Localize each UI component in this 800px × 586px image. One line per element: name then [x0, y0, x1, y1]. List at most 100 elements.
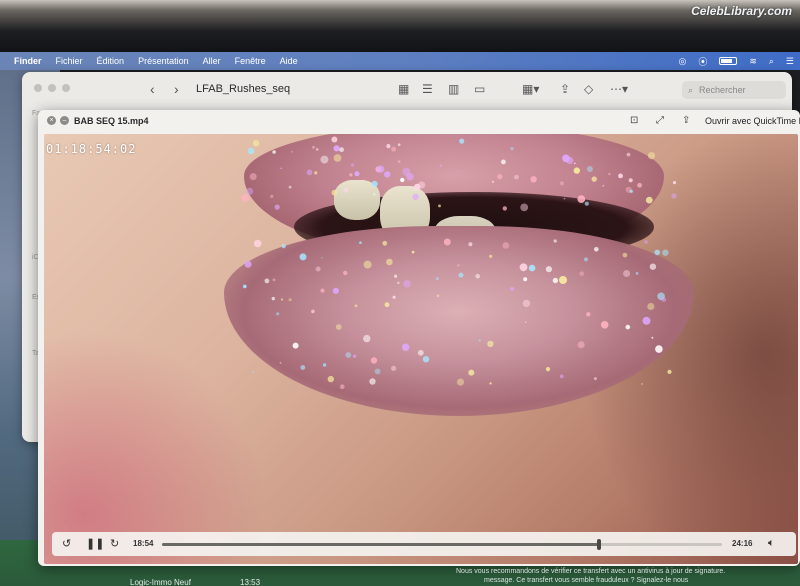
battery-icon[interactable] [719, 57, 738, 65]
tag-icon[interactable]: ◇ [584, 82, 593, 96]
glitter-dot [354, 171, 360, 177]
playback-controls: ↺ ❚❚ ↻ 18:54 24:16 🔈︎ [52, 532, 796, 556]
glitter-dot [400, 177, 405, 183]
monitor-bezel [0, 0, 800, 52]
glitter-dot [315, 266, 321, 272]
glitter-dot [359, 241, 362, 244]
close-icon[interactable]: × [47, 116, 56, 125]
glitter-dot [397, 160, 401, 163]
glitter-dot [655, 345, 663, 353]
menu-fichier[interactable]: Fichier [56, 56, 83, 66]
scrub-bar[interactable] [162, 539, 722, 550]
menu-aide[interactable]: Aide [280, 56, 298, 66]
share-icon[interactable]: ⇪ [682, 115, 690, 126]
glitter-dot [350, 163, 354, 167]
glitter-dot [545, 266, 552, 273]
glitter-dot [386, 144, 391, 149]
glitter-dot [439, 164, 442, 167]
glitter-dot [489, 382, 492, 385]
minimize-button[interactable] [48, 84, 56, 92]
glitter-dot [562, 154, 570, 163]
share-icon[interactable]: ⇪ [560, 82, 570, 96]
minimize-icon[interactable]: – [60, 116, 69, 125]
rotate-icon[interactable]: ⤢ [656, 115, 664, 126]
glitter-dot [457, 170, 460, 172]
glitter-dot [600, 321, 609, 329]
column-view-icon[interactable]: ▥ [448, 82, 459, 96]
group-by-icon[interactable]: ▦▾ [522, 82, 539, 96]
forward-chevron-icon[interactable]: › [174, 81, 179, 97]
glitter-dot [362, 179, 365, 182]
glitter-dot [524, 321, 527, 324]
glitter-dot [661, 297, 667, 302]
trim-icon[interactable]: ⊡ [630, 115, 638, 126]
scrub-handle[interactable] [596, 539, 601, 550]
glitter-dot [292, 342, 299, 349]
glitter-dot [411, 250, 415, 254]
glitter-dot [288, 298, 292, 302]
glitter-dot [456, 378, 465, 386]
glitter-dot [468, 242, 473, 247]
glitter-dot [397, 143, 401, 146]
zoom-button[interactable] [62, 84, 70, 92]
glitter-dot [274, 204, 280, 210]
menu-app-finder[interactable]: Finder [14, 56, 42, 66]
search-icon[interactable]: ⌕ [769, 56, 774, 67]
video-frame[interactable]: 01:18:54:02 ↺ ❚❚ ↻ 18:54 24:16 🔈︎ [44, 134, 798, 564]
menu-fenetre[interactable]: Fenêtre [235, 56, 266, 66]
glitter-dot [331, 189, 338, 196]
glitter-dot [417, 349, 424, 356]
back-chevron-icon[interactable]: ‹ [150, 81, 155, 97]
glitter-dot [243, 284, 247, 289]
glitter-dot [642, 316, 651, 325]
glitter-dot [552, 277, 559, 284]
menu-aller[interactable]: Aller [203, 56, 221, 66]
wifi-icon[interactable]: ≋ [749, 56, 757, 67]
glitter-dot [586, 312, 591, 317]
close-button[interactable] [34, 84, 42, 92]
glitter-dot [647, 152, 656, 160]
skip-back-15-icon[interactable]: ↺ [62, 537, 71, 550]
glitter-dot [645, 196, 653, 204]
glitter-dot [637, 182, 642, 188]
glitter-dot [520, 203, 529, 212]
glitter-dot [322, 363, 327, 367]
glitter-dot [401, 343, 410, 351]
icon-view-icon[interactable]: ▦ [398, 82, 409, 96]
sync-icon[interactable]: ◎ [678, 56, 686, 67]
glitter-dot [528, 264, 536, 272]
glitter-dot [371, 180, 378, 187]
list-view-icon[interactable]: ☰ [422, 82, 433, 96]
glitter-dot [487, 340, 494, 348]
finder-title: LFAB_Rushes_seq [196, 83, 291, 95]
glitter-dot [321, 256, 324, 259]
screen-record-icon[interactable]: ⦿ [698, 55, 707, 68]
mail-preview-line: Nous vous recommandons de vérifier ce tr… [456, 568, 726, 575]
glitter-dot [354, 304, 358, 308]
glitter-dot [628, 178, 633, 183]
glitter-dot [306, 169, 313, 176]
glitter-dot [559, 276, 567, 284]
glitter-dot [339, 147, 344, 153]
glitter-dot [332, 287, 339, 294]
skip-forward-15-icon[interactable]: ↻ [110, 537, 119, 550]
search-placeholder: Rechercher [699, 85, 746, 95]
glitter-dot [422, 356, 430, 363]
glitter-dot [618, 173, 623, 179]
pause-icon[interactable]: ❚❚ [86, 537, 104, 550]
more-actions-icon[interactable]: ⋯▾ [610, 82, 628, 96]
glitter-dot [349, 173, 353, 177]
glitter-dot [647, 302, 655, 311]
glitter-dot [252, 370, 255, 373]
glitter-dot [559, 181, 565, 186]
glitter-dot [244, 260, 252, 268]
menu-edition[interactable]: Édition [97, 56, 125, 66]
control-center-icon[interactable]: ☰ [786, 56, 794, 67]
volume-icon[interactable]: 🔈︎ [768, 537, 775, 550]
gallery-view-icon[interactable]: ▭ [474, 82, 485, 96]
search-field[interactable]: ⌕ Rechercher [682, 81, 786, 99]
glitter-dot [573, 167, 580, 174]
glitter-dot [394, 274, 398, 278]
open-with-quicktime-button[interactable]: Ouvrir avec QuickTime P [705, 116, 800, 126]
menu-presentation[interactable]: Présentation [138, 56, 189, 66]
